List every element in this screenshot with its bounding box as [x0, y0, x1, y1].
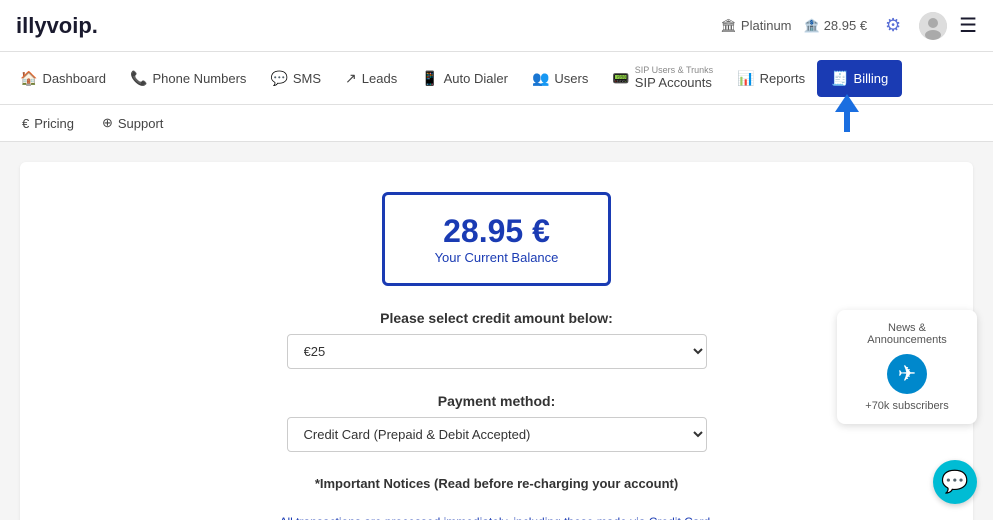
- nav-label-auto-dialer: Auto Dialer: [444, 71, 508, 86]
- sip-icon: 📟: [612, 70, 629, 87]
- billing-icon: 🧾: [831, 70, 848, 87]
- dashboard-icon: 🏠: [20, 70, 37, 87]
- notices-text: All transactions are processed immediate…: [257, 515, 737, 520]
- balance-box: 28.95 € Your Current Balance: [382, 192, 612, 286]
- telegram-icon[interactable]: ✈: [887, 354, 927, 394]
- sms-icon: 💬: [270, 70, 287, 87]
- subnav-item-support[interactable]: ⊕ Support: [88, 105, 177, 141]
- sidebar-item-auto-dialer[interactable]: 📱 Auto Dialer: [409, 56, 520, 101]
- header-right: 🏛 Platinum 🏦 28.95 € ⚙ ☰: [720, 12, 977, 40]
- sidebar-item-leads[interactable]: ↗ Leads: [333, 56, 409, 101]
- support-icon: ⊕: [102, 115, 113, 131]
- nav-label-dashboard: Dashboard: [42, 71, 106, 86]
- platinum-icon: 🏛: [720, 18, 737, 34]
- sidebar-item-phone-numbers[interactable]: 📞 Phone Numbers: [118, 56, 258, 101]
- notices-title: *Important Notices (Read before re-charg…: [315, 476, 678, 491]
- nav-label-reports: Reports: [760, 71, 806, 86]
- sidebar-item-users[interactable]: 👥 Users: [520, 56, 600, 101]
- balance-amount: 28.95 €: [443, 213, 550, 250]
- pricing-icon: €: [22, 116, 29, 131]
- subscribers-count: +70k subscribers: [853, 400, 961, 412]
- autodialer-icon: 📱: [421, 70, 438, 87]
- payment-method-select[interactable]: Credit Card (Prepaid & Debit Accepted): [287, 417, 707, 452]
- settings-icon[interactable]: ⚙: [879, 12, 907, 40]
- sidebar-item-sms[interactable]: 💬 SMS: [258, 56, 333, 101]
- chat-button[interactable]: 💬: [933, 460, 977, 504]
- sip-small-label: SIP Users & Trunks: [635, 66, 713, 75]
- credit-amount-select[interactable]: €25 €50 €100 €200: [287, 334, 707, 369]
- hamburger-menu-icon[interactable]: ☰: [959, 13, 977, 38]
- arrow-shaft: [844, 112, 850, 132]
- platinum-label: Platinum: [741, 18, 792, 33]
- sidebar-item-sip-accounts[interactable]: 📟 SIP Users & Trunks SIP Accounts: [600, 52, 725, 104]
- users-icon: 👥: [532, 70, 549, 87]
- nav-label-phone-numbers: Phone Numbers: [152, 71, 246, 86]
- payment-method-section: Payment method: Credit Card (Prepaid & D…: [287, 393, 707, 452]
- balance-icon: 🏦: [804, 18, 820, 34]
- nav-label-billing: Billing: [854, 71, 889, 86]
- balance-label: Your Current Balance: [435, 250, 559, 265]
- nav-label-leads: Leads: [362, 71, 397, 86]
- billing-card: 28.95 € Your Current Balance Please sele…: [20, 162, 973, 520]
- platinum-badge: 🏛 Platinum: [720, 18, 791, 34]
- subnav-label-support: Support: [118, 116, 164, 131]
- reports-icon: 📊: [737, 70, 754, 87]
- nav-label-sip: SIP Users & Trunks SIP Accounts: [635, 66, 713, 90]
- arrow-indicator: [835, 94, 859, 132]
- avatar[interactable]: [919, 12, 947, 40]
- subnav-item-pricing[interactable]: € Pricing: [8, 106, 88, 141]
- subnav-label-pricing: Pricing: [34, 116, 74, 131]
- header-balance: 28.95 €: [824, 18, 867, 33]
- sidebar-item-reports[interactable]: 📊 Reports: [725, 56, 817, 101]
- sidebar-item-billing[interactable]: 🧾 Billing: [817, 60, 902, 97]
- header: illyvoip. 🏛 Platinum 🏦 28.95 € ⚙ ☰: [0, 0, 993, 52]
- nav-label-users: Users: [554, 71, 588, 86]
- phone-icon: 📞: [130, 70, 147, 87]
- logo: illyvoip.: [16, 13, 98, 39]
- nav-label-sms: SMS: [293, 71, 321, 86]
- payment-label: Payment method:: [438, 393, 555, 409]
- balance-badge: 🏦 28.95 €: [804, 18, 868, 34]
- leads-icon: ↗: [345, 70, 357, 87]
- news-title: News & Announcements: [853, 322, 961, 346]
- select-credit-section: Please select credit amount below: €25 €…: [287, 310, 707, 369]
- news-widget: News & Announcements ✈ +70k subscribers: [837, 310, 977, 424]
- sidebar-item-dashboard[interactable]: 🏠 Dashboard: [8, 56, 118, 101]
- select-credit-label: Please select credit amount below:: [380, 310, 613, 326]
- arrow-up-icon: [835, 94, 859, 112]
